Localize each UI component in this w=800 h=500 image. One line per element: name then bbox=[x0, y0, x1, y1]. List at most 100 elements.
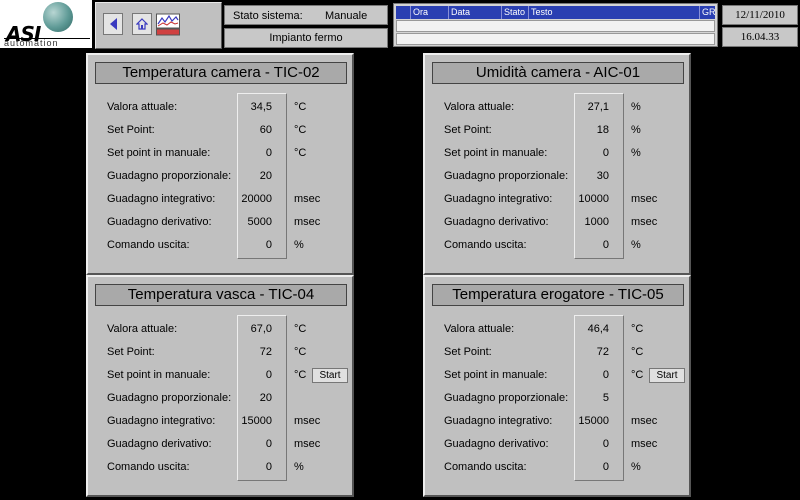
header-bar: ASI automation Stato sistema: Manuale Im… bbox=[0, 0, 800, 50]
alarm-row[interactable] bbox=[396, 20, 715, 32]
alarm-row[interactable] bbox=[396, 33, 715, 45]
system-status-label: Stato sistema: bbox=[233, 10, 303, 22]
set-point-value[interactable]: 18 bbox=[574, 124, 609, 136]
integral-gain-value[interactable]: 10000 bbox=[574, 193, 609, 205]
row-unit: °C bbox=[294, 147, 307, 159]
row-unit: % bbox=[631, 239, 641, 251]
output-command-value: 0 bbox=[265, 461, 272, 473]
row-label: Set point in manuale: bbox=[444, 147, 548, 159]
manual-set-point-value[interactable]: 0 bbox=[237, 369, 272, 381]
row-unit: msec bbox=[631, 216, 658, 228]
plant-status: Impianto fermo bbox=[224, 28, 388, 48]
row-value: 67,0 bbox=[250, 323, 272, 335]
trend-button[interactable] bbox=[156, 12, 180, 36]
row-unit: °C bbox=[294, 369, 307, 381]
home-icon bbox=[136, 18, 148, 30]
row-label: Set Point: bbox=[444, 346, 492, 358]
panel-tic-05: Temperatura erogatore - TIC-05 Valora at… bbox=[423, 275, 691, 497]
row-unit: msec bbox=[294, 216, 321, 228]
derivative-gain-value[interactable]: 0 bbox=[237, 438, 272, 450]
derivative-gain-value[interactable]: 5000 bbox=[237, 216, 272, 228]
proportional-gain-value[interactable]: 30 bbox=[574, 170, 609, 182]
output-command-value: 0 bbox=[602, 239, 609, 251]
date-display: 12/11/2010 bbox=[722, 5, 798, 25]
derivative-gain-value[interactable]: 1000 bbox=[574, 216, 609, 228]
alarm-col-testo: Testo bbox=[528, 6, 553, 19]
row-unit: msec bbox=[631, 415, 658, 427]
integral-gain-value[interactable]: 15000 bbox=[237, 415, 272, 427]
row-label: Set point in manuale: bbox=[444, 369, 548, 381]
output-command-value: 0 bbox=[602, 461, 609, 473]
panel-tic-04: Temperatura vasca - TIC-04 Valora attual… bbox=[86, 275, 354, 497]
trend-icon bbox=[156, 13, 180, 36]
row-unit: % bbox=[631, 101, 641, 113]
time-display: 16.04.33 bbox=[722, 27, 798, 47]
alarm-col-stato: Stato bbox=[501, 6, 525, 19]
row-label: Comando uscita: bbox=[444, 239, 527, 251]
row-unit: % bbox=[631, 124, 641, 136]
alarm-col-gr: GR bbox=[699, 6, 716, 19]
row-unit: °C bbox=[294, 323, 307, 335]
row-unit: °C bbox=[294, 346, 307, 358]
row-label: Set point in manuale: bbox=[107, 369, 211, 381]
row-label: Guadagno derivativo: bbox=[107, 216, 212, 228]
row-label: Guadagno derivativo: bbox=[107, 438, 212, 450]
home-button[interactable] bbox=[132, 13, 152, 35]
row-label: Valora attuale: bbox=[107, 101, 178, 113]
back-button[interactable] bbox=[103, 13, 123, 35]
start-button[interactable]: Start bbox=[312, 368, 348, 383]
panel-title: Temperatura erogatore - TIC-05 bbox=[432, 284, 684, 306]
row-value: 27,1 bbox=[587, 101, 609, 113]
row-label: Guadagno integrativo: bbox=[444, 193, 553, 205]
arrow-left-icon bbox=[110, 18, 117, 30]
alarm-list[interactable]: Ora Data Stato Testo GR bbox=[393, 3, 718, 47]
panel-title: Umidità camera - AIC-01 bbox=[432, 62, 684, 84]
integral-gain-value[interactable]: 20000 bbox=[237, 193, 272, 205]
panel-title: Temperatura vasca - TIC-04 bbox=[95, 284, 347, 306]
set-point-value[interactable]: 72 bbox=[574, 346, 609, 358]
system-status-value: Manuale bbox=[325, 10, 368, 22]
row-value: 34,5 bbox=[250, 101, 272, 113]
row-label: Comando uscita: bbox=[107, 239, 190, 251]
row-label: Guadagno derivativo: bbox=[444, 216, 549, 228]
panel-title: Temperatura camera - TIC-02 bbox=[95, 62, 347, 84]
start-button[interactable]: Start bbox=[649, 368, 685, 383]
row-unit: °C bbox=[631, 346, 644, 358]
row-label: Guadagno proporzionale: bbox=[444, 392, 569, 404]
row-label: Valora attuale: bbox=[444, 101, 515, 113]
system-status-box: Stato sistema: Manuale bbox=[224, 5, 388, 25]
integral-gain-value[interactable]: 15000 bbox=[574, 415, 609, 427]
manual-set-point-value[interactable]: 0 bbox=[237, 147, 272, 159]
set-point-value[interactable]: 72 bbox=[237, 346, 272, 358]
row-unit: °C bbox=[294, 101, 307, 113]
output-command-value: 0 bbox=[265, 239, 272, 251]
row-unit: msec bbox=[294, 193, 321, 205]
row-label: Guadagno proporzionale: bbox=[444, 170, 569, 182]
row-label: Guadagno integrativo: bbox=[107, 415, 216, 427]
row-unit: msec bbox=[631, 193, 658, 205]
row-label: Valora attuale: bbox=[107, 323, 178, 335]
set-point-value[interactable]: 60 bbox=[237, 124, 272, 136]
navigation-box bbox=[95, 2, 222, 49]
row-label: Guadagno proporzionale: bbox=[107, 170, 232, 182]
alarm-col-ora: Ora bbox=[410, 6, 428, 19]
panel-aic-01: Umidità camera - AIC-01 Valora attuale: … bbox=[423, 53, 691, 275]
proportional-gain-value[interactable]: 20 bbox=[237, 392, 272, 404]
row-label: Comando uscita: bbox=[444, 461, 527, 473]
row-label: Comando uscita: bbox=[107, 461, 190, 473]
logo-subtitle: automation bbox=[4, 38, 90, 48]
row-unit: °C bbox=[294, 124, 307, 136]
row-label: Guadagno proporzionale: bbox=[107, 392, 232, 404]
row-unit: msec bbox=[631, 438, 658, 450]
manual-set-point-value[interactable]: 0 bbox=[574, 369, 609, 381]
logo-globe-icon bbox=[43, 2, 73, 32]
manual-set-point-value[interactable]: 0 bbox=[574, 147, 609, 159]
row-unit: °C bbox=[631, 369, 644, 381]
row-label: Valora attuale: bbox=[444, 323, 515, 335]
row-unit: % bbox=[631, 147, 641, 159]
derivative-gain-value[interactable]: 0 bbox=[574, 438, 609, 450]
row-label: Set Point: bbox=[107, 124, 155, 136]
row-label: Guadagno derivativo: bbox=[444, 438, 549, 450]
proportional-gain-value[interactable]: 20 bbox=[237, 170, 272, 182]
proportional-gain-value[interactable]: 5 bbox=[574, 392, 609, 404]
